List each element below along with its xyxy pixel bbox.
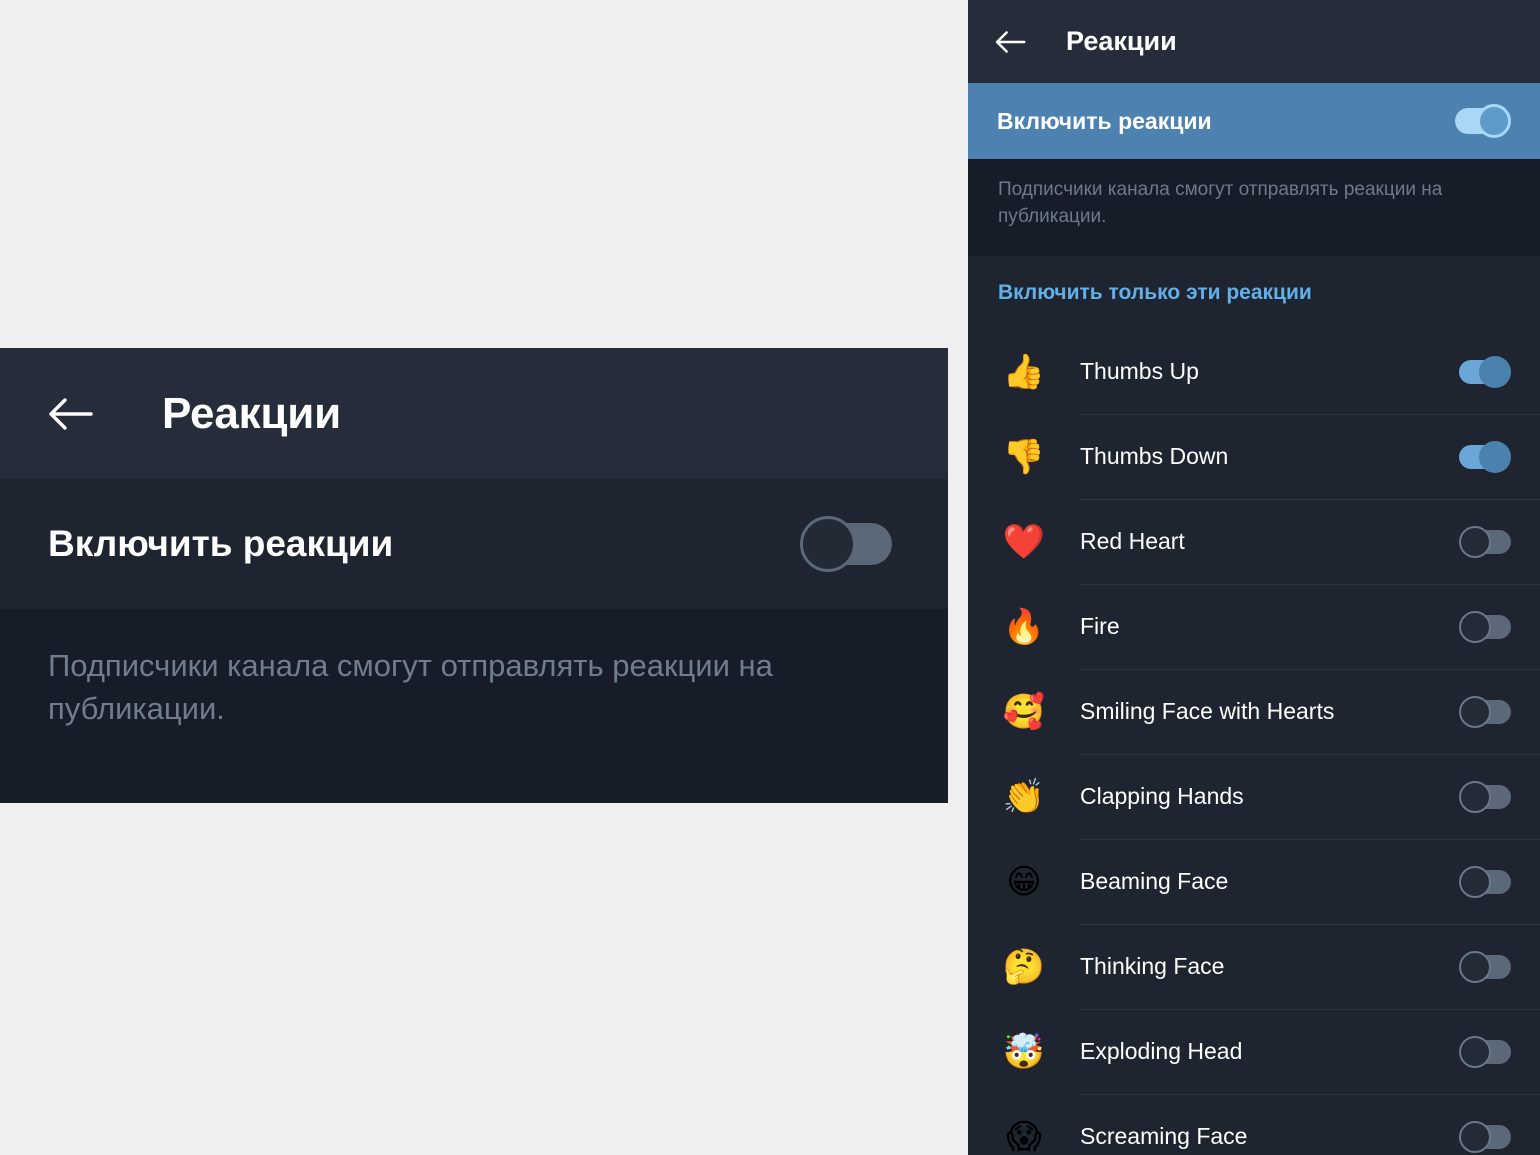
row-separator [1080,1094,1540,1095]
reaction-row[interactable]: ❤️ Red Heart [968,499,1540,584]
row-separator [1080,414,1540,415]
row-separator [1080,669,1540,670]
reaction-toggle[interactable] [1459,1120,1511,1153]
reaction-label: Thumbs Down [1080,443,1229,469]
toggle-knob [800,516,856,572]
thinking-face-emoji: 🤔 [1002,946,1046,987]
reactions-section-header-label: Включить только эти реакции [998,280,1312,304]
reaction-row[interactable]: 🤔 Thinking Face [968,924,1540,1009]
toggle-knob [1459,525,1491,558]
reaction-label: Exploding Head [1080,1038,1243,1064]
reaction-label: Smiling Face with Hearts [1080,698,1335,724]
toggle-knob [1459,865,1491,898]
enable-reactions-toggle[interactable] [1455,104,1511,138]
row-separator [1080,754,1540,755]
reaction-row[interactable]: 🤯 Exploding Head [968,1009,1540,1094]
row-separator [1080,584,1540,585]
enable-reactions-label: Включить реакции [997,107,1212,134]
toggle-knob [1459,950,1491,983]
reaction-label: Red Heart [1080,528,1185,554]
toggle-knob [1459,780,1491,813]
red-heart-emoji: ❤️ [1002,521,1046,562]
reaction-row[interactable]: 🔥 Fire [968,584,1540,669]
enable-reactions-description: Подписчики канала смогут отправлять реак… [48,648,773,726]
reaction-label: Thinking Face [1080,953,1225,979]
toggle-knob [1479,440,1511,473]
reaction-toggle[interactable] [1459,610,1511,643]
screaming-face-emoji: 😱 [1006,1116,1042,1155]
left-panel-appbar: Реакции [0,348,948,479]
reaction-toggle[interactable] [1459,695,1511,728]
reaction-row[interactable]: 😁 Beaming Face [968,839,1540,924]
enable-reactions-toggle[interactable] [800,516,892,572]
reaction-label: Screaming Face [1080,1123,1248,1149]
reaction-toggle[interactable] [1459,950,1511,983]
row-separator [1080,839,1540,840]
reaction-row[interactable]: 👏 Clapping Hands [968,754,1540,839]
reactions-section-header: Включить только эти реакции [968,256,1540,329]
toggle-knob [1459,1120,1491,1153]
smiling-face-hearts-emoji: 🥰 [1002,691,1046,732]
thumbs-down-emoji: 👎 [1002,436,1046,477]
toggle-knob [1459,695,1491,728]
reaction-row[interactable]: 👍 Thumbs Up [968,329,1540,414]
enable-reactions-label: Включить реакции [48,523,394,564]
toggle-knob [1459,1035,1491,1068]
right-panel-appbar: Реакции [968,0,1540,83]
row-separator [1080,1009,1540,1010]
right-reactions-panel: Реакции Включить реакции Подписчики кана… [968,0,1540,1155]
toggle-knob [1459,610,1491,643]
back-arrow-icon[interactable] [992,24,1028,60]
reaction-row[interactable]: 👎 Thumbs Down [968,414,1540,499]
right-panel-description-section: Подписчики канала смогут отправлять реак… [968,159,1540,256]
reaction-row[interactable]: 🥰 Smiling Face with Hearts [968,669,1540,754]
reaction-list: 👍 Thumbs Up 👎 Thumbs Down ❤️ Red Heart 🔥 Fire 🥰 S… [968,329,1540,1155]
row-separator [1080,924,1540,925]
reaction-label: Beaming Face [1080,868,1229,894]
enable-reactions-description: Подписчики канала смогут отправлять реак… [998,179,1443,227]
enable-reactions-row[interactable]: Включить реакции [968,83,1540,159]
toggle-knob [1479,355,1511,388]
clapping-hands-emoji: 👏 [1002,776,1046,817]
reaction-toggle[interactable] [1459,525,1511,558]
left-reactions-panel: Реакции Включить реакции Подписчики кана… [0,348,948,803]
reaction-toggle[interactable] [1459,780,1511,813]
enable-reactions-row[interactable]: Включить реакции [0,479,948,609]
reaction-toggle[interactable] [1459,865,1511,898]
reaction-row[interactable]: 😱 Screaming Face [968,1094,1540,1155]
toggle-knob [1477,104,1511,138]
thumbs-up-emoji: 👍 [1002,351,1046,392]
page-title: Реакции [1066,26,1177,56]
reaction-toggle[interactable] [1459,1035,1511,1068]
reaction-label: Clapping Hands [1080,783,1244,809]
reaction-label: Thumbs Up [1080,358,1199,384]
fire-emoji: 🔥 [1002,606,1046,647]
page-title: Реакции [162,388,341,438]
left-panel-description-section: Подписчики канала смогут отправлять реак… [0,609,948,803]
reaction-toggle[interactable] [1459,440,1511,473]
reaction-toggle[interactable] [1459,355,1511,388]
back-arrow-icon[interactable] [44,388,96,440]
reaction-label: Fire [1080,613,1120,639]
beaming-face-emoji: 😁 [1006,861,1042,902]
row-separator [1080,499,1540,500]
exploding-head-emoji: 🤯 [1002,1031,1046,1072]
